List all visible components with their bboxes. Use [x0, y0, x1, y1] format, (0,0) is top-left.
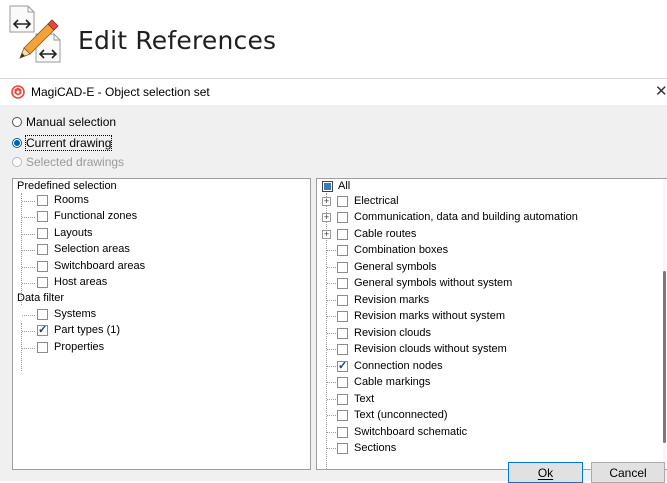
- checkbox-properties[interactable]: [37, 342, 48, 353]
- radio-label: Current drawing: [24, 135, 113, 151]
- checkbox-cable-markings[interactable]: [337, 377, 348, 388]
- tree-item-general-symbols-without-system[interactable]: General symbols without system: [354, 276, 512, 290]
- radio-current-drawing[interactable]: Current drawing: [12, 135, 113, 151]
- tree-item-selection-areas[interactable]: Selection areas: [54, 242, 130, 256]
- tree-item-switchboard-areas[interactable]: Switchboard areas: [54, 259, 145, 273]
- tree-group-data-filter[interactable]: Data filter: [17, 291, 64, 305]
- part-types-tree[interactable]: All + Electrical + Communication, data a…: [316, 178, 667, 470]
- checkbox-revision-marks[interactable]: [337, 295, 348, 306]
- tree-item-host-areas[interactable]: Host areas: [54, 275, 107, 289]
- tree-item-communication[interactable]: Communication, data and building automat…: [354, 210, 578, 224]
- window-titlebar: MagiCAD-E - Object selection set ✕: [0, 79, 667, 105]
- checkbox-part-types[interactable]: [37, 323, 48, 336]
- checkbox-systems[interactable]: [37, 309, 48, 320]
- header-band: Edit References: [0, 0, 667, 78]
- checkbox-communication[interactable]: [337, 212, 348, 223]
- object-selection-dialog: MagiCAD-E - Object selection set ✕ Manua…: [0, 78, 667, 483]
- checkbox-combination-boxes[interactable]: [337, 245, 348, 256]
- tree-item-properties[interactable]: Properties: [54, 340, 104, 354]
- close-icon[interactable]: ✕: [655, 82, 667, 100]
- checkbox-host-areas[interactable]: [37, 277, 48, 288]
- tree-item-layouts[interactable]: Layouts: [54, 226, 93, 240]
- checkbox-general-symbols[interactable]: [337, 262, 348, 273]
- tree-item-revision-marks-without-system[interactable]: Revision marks without system: [354, 309, 505, 323]
- checkbox-layouts[interactable]: [37, 228, 48, 239]
- expand-plus-icon[interactable]: +: [322, 213, 331, 222]
- radio-selected-drawings[interactable]: Selected drawings: [12, 155, 124, 169]
- checkbox-switchboard-areas[interactable]: [37, 261, 48, 272]
- ok-button-label: Ok: [537, 465, 554, 480]
- tree-item-text[interactable]: Text: [354, 392, 374, 406]
- scrollbar-thumb[interactable]: [663, 271, 666, 443]
- radio-label: Selected drawings: [26, 155, 125, 169]
- checkbox-general-symbols-without-system[interactable]: [337, 278, 348, 289]
- tree-item-text-unconnected[interactable]: Text (unconnected): [354, 408, 448, 422]
- radio-circle-icon: [12, 117, 22, 127]
- radio-selected-icon: [12, 138, 22, 148]
- checkbox-revision-clouds-without-system[interactable]: [337, 344, 348, 355]
- checkbox-switchboard-schematic[interactable]: [337, 427, 348, 438]
- tree-item-revision-clouds[interactable]: Revision clouds: [354, 326, 431, 340]
- tree-item-all[interactable]: All: [338, 179, 350, 193]
- tree-item-rooms[interactable]: Rooms: [54, 193, 89, 207]
- selection-filter-tree[interactable]: Predefined selection Rooms Functional zo…: [12, 178, 311, 470]
- tree-item-combination-boxes[interactable]: Combination boxes: [354, 243, 448, 257]
- checkbox-sections[interactable]: [337, 443, 348, 454]
- radio-manual-selection[interactable]: Manual selection: [12, 115, 116, 129]
- tree-item-systems[interactable]: Systems: [54, 307, 96, 321]
- radio-label: Manual selection: [26, 115, 117, 129]
- tree-item-cable-markings[interactable]: Cable markings: [354, 375, 430, 389]
- checkbox-text[interactable]: [337, 394, 348, 405]
- magicad-app-icon: [11, 85, 25, 99]
- expand-plus-icon[interactable]: +: [322, 197, 331, 206]
- checkbox-electrical[interactable]: [337, 196, 348, 207]
- tree-item-connection-nodes[interactable]: Connection nodes: [354, 359, 443, 373]
- tree-group-predefined-selection[interactable]: Predefined selection: [17, 179, 117, 193]
- window-title: MagiCAD-E - Object selection set: [31, 85, 210, 99]
- checkbox-revision-clouds[interactable]: [337, 328, 348, 339]
- checkbox-all[interactable]: [322, 181, 333, 192]
- tree-item-revision-clouds-without-system[interactable]: Revision clouds without system: [354, 342, 507, 356]
- checkbox-connection-nodes[interactable]: [337, 359, 348, 372]
- checkbox-text-unconnected[interactable]: [337, 410, 348, 421]
- checkbox-selection-areas[interactable]: [37, 244, 48, 255]
- tree-scrollbar[interactable]: [663, 179, 666, 469]
- expand-plus-icon[interactable]: +: [322, 230, 331, 239]
- radio-circle-icon: [12, 157, 22, 167]
- tree-item-electrical[interactable]: Electrical: [354, 194, 399, 208]
- tree-item-revision-marks[interactable]: Revision marks: [354, 293, 429, 307]
- checkbox-revision-marks-without-system[interactable]: [337, 311, 348, 322]
- edit-references-icon: [9, 5, 61, 63]
- tree-item-part-types[interactable]: Part types (1): [54, 323, 120, 337]
- tree-item-cable-routes[interactable]: Cable routes: [354, 227, 416, 241]
- page-title: Edit References: [78, 26, 277, 55]
- checkbox-functional-zones[interactable]: [37, 211, 48, 222]
- cancel-button-label: Cancel: [609, 465, 647, 480]
- tree-item-functional-zones[interactable]: Functional zones: [54, 209, 137, 223]
- checkbox-rooms[interactable]: [37, 195, 48, 206]
- checkbox-cable-routes[interactable]: [337, 229, 348, 240]
- tree-item-general-symbols[interactable]: General symbols: [354, 260, 437, 274]
- tree-item-sections[interactable]: Sections: [354, 441, 396, 455]
- tree-item-switchboard-schematic[interactable]: Switchboard schematic: [354, 425, 467, 439]
